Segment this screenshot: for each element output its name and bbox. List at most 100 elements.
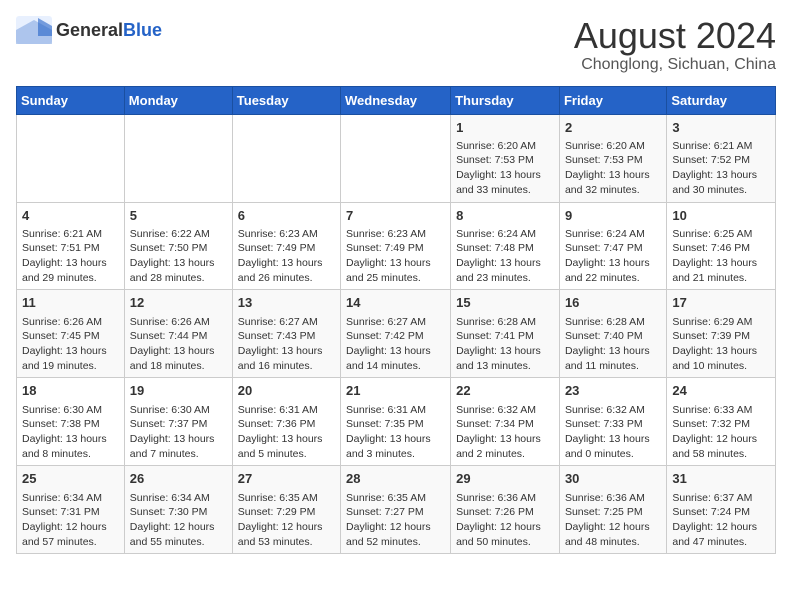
- day-info: Sunrise: 6:34 AMSunset: 7:31 PMDaylight:…: [22, 491, 119, 550]
- day-number: 24: [672, 382, 770, 400]
- logo-general: General: [56, 20, 123, 40]
- calendar-cell: 10 Sunrise: 6:25 AMSunset: 7:46 PMDayligh…: [667, 202, 776, 290]
- day-number: 7: [346, 207, 445, 225]
- weekday-row: SundayMondayTuesdayWednesdayThursdayFrid…: [17, 86, 776, 114]
- day-info: Sunrise: 6:22 AMSunset: 7:50 PMDaylight:…: [130, 227, 227, 286]
- day-number: 20: [238, 382, 335, 400]
- day-info: Sunrise: 6:25 AMSunset: 7:46 PMDaylight:…: [672, 227, 770, 286]
- logo-text: GeneralBlue: [56, 21, 162, 40]
- logo-blue: Blue: [123, 20, 162, 40]
- day-info: Sunrise: 6:24 AMSunset: 7:47 PMDaylight:…: [565, 227, 661, 286]
- calendar-cell: 4Sunrise: 6:21 AMSunset: 7:51 PMDaylight…: [17, 202, 125, 290]
- day-number: 31: [672, 470, 770, 488]
- day-number: 13: [238, 294, 335, 312]
- weekday-header-friday: Friday: [559, 86, 666, 114]
- day-number: 19: [130, 382, 227, 400]
- calendar-cell: 13 Sunrise: 6:27 AMSunset: 7:43 PMDayligh…: [232, 290, 340, 378]
- calendar-cell: 28 Sunrise: 6:35 AMSunset: 7:27 PMDayligh…: [341, 466, 451, 554]
- calendar-cell: 11Sunrise: 6:26 AMSunset: 7:45 PMDayligh…: [17, 290, 125, 378]
- day-info: Sunrise: 6:32 AMSunset: 7:34 PMDaylight:…: [456, 403, 554, 462]
- day-number: 8: [456, 207, 554, 225]
- weekday-header-sunday: Sunday: [17, 86, 125, 114]
- calendar-cell: 17 Sunrise: 6:29 AMSunset: 7:39 PMDayligh…: [667, 290, 776, 378]
- calendar-cell: 6Sunrise: 6:23 AMSunset: 7:49 PMDaylight…: [232, 202, 340, 290]
- calendar-cell: 15 Sunrise: 6:28 AMSunset: 7:41 PMDayligh…: [451, 290, 560, 378]
- day-number: 29: [456, 470, 554, 488]
- day-number: 4: [22, 207, 119, 225]
- day-info: Sunrise: 6:30 AMSunset: 7:38 PMDaylight:…: [22, 403, 119, 462]
- calendar-cell: [17, 114, 125, 202]
- weekday-header-thursday: Thursday: [451, 86, 560, 114]
- day-info: Sunrise: 6:29 AMSunset: 7:39 PMDaylight:…: [672, 315, 770, 374]
- calendar-header: SundayMondayTuesdayWednesdayThursdayFrid…: [17, 86, 776, 114]
- calendar-cell: 30Sunrise: 6:36 AMSunset: 7:25 PMDayligh…: [559, 466, 666, 554]
- day-info: Sunrise: 6:35 AMSunset: 7:27 PMDaylight:…: [346, 491, 445, 550]
- calendar-cell: 20Sunrise: 6:31 AMSunset: 7:36 PMDayligh…: [232, 378, 340, 466]
- week-row-2: 4Sunrise: 6:21 AMSunset: 7:51 PMDaylight…: [17, 202, 776, 290]
- calendar-table: SundayMondayTuesdayWednesdayThursdayFrid…: [16, 86, 776, 555]
- week-row-1: 1 Sunrise: 6:20 AMSunset: 7:53 PMDaylight…: [17, 114, 776, 202]
- day-number: 26: [130, 470, 227, 488]
- weekday-header-wednesday: Wednesday: [341, 86, 451, 114]
- calendar-cell: 7Sunrise: 6:23 AMSunset: 7:49 PMDaylight…: [341, 202, 451, 290]
- weekday-header-tuesday: Tuesday: [232, 86, 340, 114]
- day-info: Sunrise: 6:24 AMSunset: 7:48 PMDaylight:…: [456, 227, 554, 286]
- page-header: GeneralBlue August 2024 Chonglong, Sichu…: [16, 16, 776, 74]
- day-info: Sunrise: 6:28 AMSunset: 7:41 PMDaylight:…: [456, 315, 554, 374]
- day-info: Sunrise: 6:36 AMSunset: 7:25 PMDaylight:…: [565, 491, 661, 550]
- weekday-header-saturday: Saturday: [667, 86, 776, 114]
- calendar-cell: 24Sunrise: 6:33 AMSunset: 7:32 PMDayligh…: [667, 378, 776, 466]
- day-number: 2: [565, 119, 661, 137]
- day-number: 16: [565, 294, 661, 312]
- calendar-cell: 25Sunrise: 6:34 AMSunset: 7:31 PMDayligh…: [17, 466, 125, 554]
- calendar-cell: 27Sunrise: 6:35 AMSunset: 7:29 PMDayligh…: [232, 466, 340, 554]
- day-number: 21: [346, 382, 445, 400]
- week-row-4: 18 Sunrise: 6:30 AMSunset: 7:38 PMDayligh…: [17, 378, 776, 466]
- calendar-cell: 8 Sunrise: 6:24 AMSunset: 7:48 PMDaylight…: [451, 202, 560, 290]
- calendar-cell: 14 Sunrise: 6:27 AMSunset: 7:42 PMDayligh…: [341, 290, 451, 378]
- day-info: Sunrise: 6:20 AMSunset: 7:53 PMDaylight:…: [565, 139, 661, 198]
- calendar-cell: 16 Sunrise: 6:28 AMSunset: 7:40 PMDayligh…: [559, 290, 666, 378]
- day-number: 11: [22, 294, 119, 312]
- day-number: 1: [456, 119, 554, 137]
- calendar-cell: 29 Sunrise: 6:36 AMSunset: 7:26 PMDayligh…: [451, 466, 560, 554]
- logo: GeneralBlue: [16, 16, 162, 44]
- day-number: 27: [238, 470, 335, 488]
- page-subtitle: Chonglong, Sichuan, China: [574, 56, 776, 74]
- day-info: Sunrise: 6:34 AMSunset: 7:30 PMDaylight:…: [130, 491, 227, 550]
- calendar-cell: 5 Sunrise: 6:22 AMSunset: 7:50 PMDaylight…: [124, 202, 232, 290]
- day-info: Sunrise: 6:20 AMSunset: 7:53 PMDaylight:…: [456, 139, 554, 198]
- day-info: Sunrise: 6:37 AMSunset: 7:24 PMDaylight:…: [672, 491, 770, 550]
- calendar-cell: [341, 114, 451, 202]
- day-number: 10: [672, 207, 770, 225]
- calendar-cell: 22Sunrise: 6:32 AMSunset: 7:34 PMDayligh…: [451, 378, 560, 466]
- day-info: Sunrise: 6:26 AMSunset: 7:44 PMDaylight:…: [130, 315, 227, 374]
- day-number: 28: [346, 470, 445, 488]
- calendar-cell: 31 Sunrise: 6:37 AMSunset: 7:24 PMDayligh…: [667, 466, 776, 554]
- calendar-cell: 9Sunrise: 6:24 AMSunset: 7:47 PMDaylight…: [559, 202, 666, 290]
- calendar-cell: [124, 114, 232, 202]
- calendar-cell: 12 Sunrise: 6:26 AMSunset: 7:44 PMDayligh…: [124, 290, 232, 378]
- day-number: 15: [456, 294, 554, 312]
- page-title: August 2024: [574, 16, 776, 56]
- calendar-cell: 18 Sunrise: 6:30 AMSunset: 7:38 PMDayligh…: [17, 378, 125, 466]
- calendar-cell: 19Sunrise: 6:30 AMSunset: 7:37 PMDayligh…: [124, 378, 232, 466]
- day-number: 18: [22, 382, 119, 400]
- calendar-cell: 1 Sunrise: 6:20 AMSunset: 7:53 PMDaylight…: [451, 114, 560, 202]
- day-number: 6: [238, 207, 335, 225]
- day-info: Sunrise: 6:27 AMSunset: 7:42 PMDaylight:…: [346, 315, 445, 374]
- day-info: Sunrise: 6:27 AMSunset: 7:43 PMDaylight:…: [238, 315, 335, 374]
- day-number: 14: [346, 294, 445, 312]
- day-info: Sunrise: 6:28 AMSunset: 7:40 PMDaylight:…: [565, 315, 661, 374]
- day-number: 5: [130, 207, 227, 225]
- calendar-cell: 3 Sunrise: 6:21 AMSunset: 7:52 PMDaylight…: [667, 114, 776, 202]
- day-number: 12: [130, 294, 227, 312]
- day-info: Sunrise: 6:36 AMSunset: 7:26 PMDaylight:…: [456, 491, 554, 550]
- calendar-cell: 2 Sunrise: 6:20 AMSunset: 7:53 PMDaylight…: [559, 114, 666, 202]
- day-number: 17: [672, 294, 770, 312]
- day-info: Sunrise: 6:21 AMSunset: 7:52 PMDaylight:…: [672, 139, 770, 198]
- calendar-cell: [232, 114, 340, 202]
- title-section: August 2024 Chonglong, Sichuan, China: [574, 16, 776, 74]
- calendar-body: 1 Sunrise: 6:20 AMSunset: 7:53 PMDaylight…: [17, 114, 776, 554]
- day-number: 3: [672, 119, 770, 137]
